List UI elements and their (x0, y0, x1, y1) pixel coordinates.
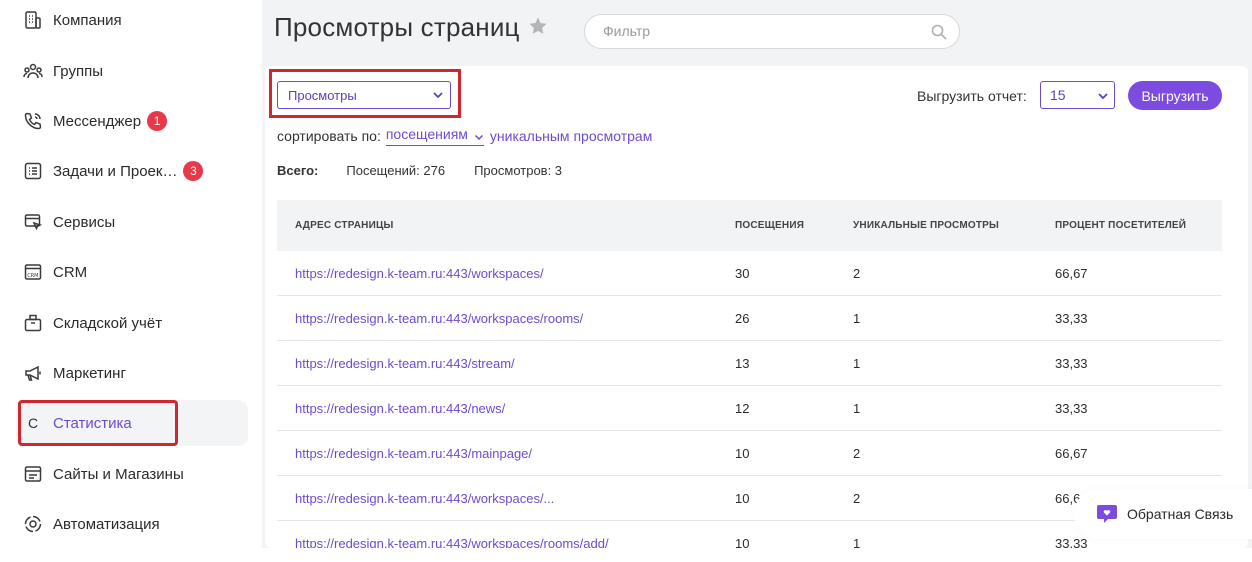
page-url-link[interactable]: https://redesign.k-team.ru:443/stream/ (295, 356, 515, 371)
sidebar-item-label: Автоматизация (53, 515, 160, 533)
page-url-link[interactable]: https://redesign.k-team.ru:443/mainpage/ (295, 446, 532, 461)
page-url-link[interactable]: https://redesign.k-team.ru:443/workspace… (295, 266, 544, 281)
table-row: https://redesign.k-team.ru:443/news/ 12 … (277, 386, 1222, 431)
unique-views-cell: 2 (853, 445, 861, 461)
export-button[interactable]: Выгрузить (1128, 81, 1222, 110)
totals-row: Всего: Посещений: 276 Просмотров: 3 (277, 163, 562, 178)
sidebar-item-label: Задачи и Проек… (53, 162, 178, 180)
sort-option-unique-views[interactable]: уникальным просмотрам (490, 128, 652, 144)
report-card: Просмотры Выгрузить отчет: 15 Выгрузить … (265, 66, 1248, 551)
services-icon (22, 211, 44, 233)
phone-icon (22, 110, 44, 132)
table-row: https://redesign.k-team.ru:443/workspace… (277, 296, 1222, 341)
sidebar-item-marketing[interactable]: Маркетинг (16, 350, 248, 396)
visitor-percent-cell: 33,33 (1055, 400, 1088, 416)
table-row: https://redesign.k-team.ru:443/stream/ 1… (277, 341, 1222, 386)
table-header: АДРЕС СТРАНИЦЫ ПОСЕЩЕНИЯ УНИКАЛЬНЫЕ ПРОС… (277, 200, 1222, 251)
column-header-visits[interactable]: ПОСЕЩЕНИЯ (735, 220, 804, 231)
statistics-letter-icon: C (28, 415, 39, 431)
sidebar-item-messenger[interactable]: Мессенджер 1 (16, 98, 248, 144)
column-header-url[interactable]: АДРЕС СТРАНИЦЫ (295, 220, 393, 231)
sort-option-visits-label: посещениям (385, 126, 468, 142)
unique-views-cell: 1 (853, 355, 861, 371)
visits-cell: 30 (735, 265, 750, 281)
visits-cell: 13 (735, 355, 750, 371)
unique-views-cell: 1 (853, 310, 861, 326)
sidebar-item-sites[interactable]: Сайты и Магазины (16, 451, 248, 497)
sidebar-item-label: Статистика (53, 414, 132, 432)
sort-row: сортировать по: посещениям уникальным пр… (277, 126, 652, 146)
export-count-select[interactable]: 15 (1040, 81, 1115, 109)
filter-box (584, 14, 960, 49)
export-label: Выгрузить отчет: (917, 88, 1027, 104)
sidebar-item-company[interactable]: Компания (16, 0, 248, 43)
unique-views-cell: 2 (853, 490, 861, 506)
visits-cell: 26 (735, 310, 750, 326)
sidebar-item-services[interactable]: Сервисы (16, 199, 248, 245)
view-type-select-value: Просмотры (288, 87, 357, 103)
warehouse-icon (22, 312, 44, 334)
page-url-link[interactable]: https://redesign.k-team.ru:443/workspace… (295, 491, 554, 506)
chevron-down-icon (474, 129, 484, 141)
sidebar-item-label: Маркетинг (53, 364, 126, 382)
column-header-visitor-percent[interactable]: ПРОЦЕНТ ПОСЕТИТЕЛЕЙ (1055, 220, 1186, 231)
unique-views-cell: 1 (853, 400, 861, 416)
feedback-label: Обратная Связь (1127, 506, 1234, 522)
crm-icon: CRM (22, 261, 44, 283)
sidebar-item-groups[interactable]: Группы (16, 48, 248, 94)
sort-label: сортировать по: (277, 128, 381, 144)
totals-label: Всего: (277, 163, 319, 178)
export-count-value: 15 (1050, 87, 1066, 103)
totals-views: Просмотров: 3 (474, 163, 563, 178)
groups-icon (22, 60, 44, 82)
visitor-percent-cell: 66,67 (1055, 265, 1088, 281)
page-title: Просмотры страниц (274, 12, 520, 42)
chat-heart-icon (1095, 502, 1119, 526)
visitor-percent-cell: 33,33 (1055, 355, 1088, 371)
visits-cell: 10 (735, 445, 750, 461)
search-icon[interactable] (931, 24, 947, 40)
sidebar-item-label: Группы (53, 62, 103, 80)
sidebar-item-tasks[interactable]: Задачи и Проек… 3 (16, 148, 248, 194)
sidebar-item-label: CRM (53, 263, 88, 281)
feedback-button[interactable]: Обратная Связь (1074, 489, 1252, 539)
automation-icon (22, 513, 44, 535)
visitor-percent-cell: 66,67 (1055, 445, 1088, 461)
main-content: Просмотры страниц Просмотры Выгрузить от… (262, 0, 1252, 551)
column-header-unique-views[interactable]: УНИКАЛЬНЫЕ ПРОСМОТРЫ (853, 220, 999, 231)
checklist-icon (22, 160, 44, 182)
table-row: https://redesign.k-team.ru:443/mainpage/… (277, 431, 1222, 476)
sidebar-item-label: Мессенджер (53, 112, 142, 130)
star-icon[interactable] (528, 16, 548, 36)
page-url-link[interactable]: https://redesign.k-team.ru:443/workspace… (295, 311, 583, 326)
bottom-strip (0, 548, 1252, 562)
totals-visits: Посещений: 276 (346, 163, 446, 178)
building-icon (22, 9, 44, 31)
table-row: https://redesign.k-team.ru:443/workspace… (277, 251, 1222, 296)
notification-badge: 3 (183, 161, 204, 181)
unique-views-cell: 2 (853, 265, 861, 281)
sidebar-item-label: Компания (53, 11, 122, 29)
visits-cell: 12 (735, 400, 750, 416)
sidebar-item-statistics[interactable]: C Статистика (16, 400, 248, 446)
sidebar-item-label: Сайты и Магазины (53, 465, 184, 483)
sidebar-item-crm[interactable]: CRM CRM (16, 249, 248, 295)
chevron-down-icon (432, 89, 444, 101)
sidebar-item-automation[interactable]: Автоматизация (16, 501, 248, 547)
sidebar-item-warehouse[interactable]: Складской учёт (16, 300, 248, 346)
chevron-down-icon (1097, 89, 1109, 101)
notification-badge: 1 (147, 111, 168, 131)
megaphone-icon (22, 362, 44, 384)
page-url-link[interactable]: https://redesign.k-team.ru:443/news/ (295, 401, 505, 416)
sort-option-visits[interactable]: посещениям (385, 126, 484, 146)
sidebar-item-label: Сервисы (53, 213, 116, 231)
view-type-select[interactable]: Просмотры (277, 81, 451, 109)
sidebar: Компания Группы Мессенджер 1 Задачи и Пр… (0, 0, 262, 548)
filter-input[interactable] (603, 23, 923, 39)
sites-icon (22, 463, 44, 485)
svg-text:CRM: CRM (27, 273, 38, 279)
visitor-percent-cell: 33,33 (1055, 310, 1088, 326)
sidebar-item-label: Складской учёт (53, 314, 163, 332)
visits-cell: 10 (735, 490, 750, 506)
